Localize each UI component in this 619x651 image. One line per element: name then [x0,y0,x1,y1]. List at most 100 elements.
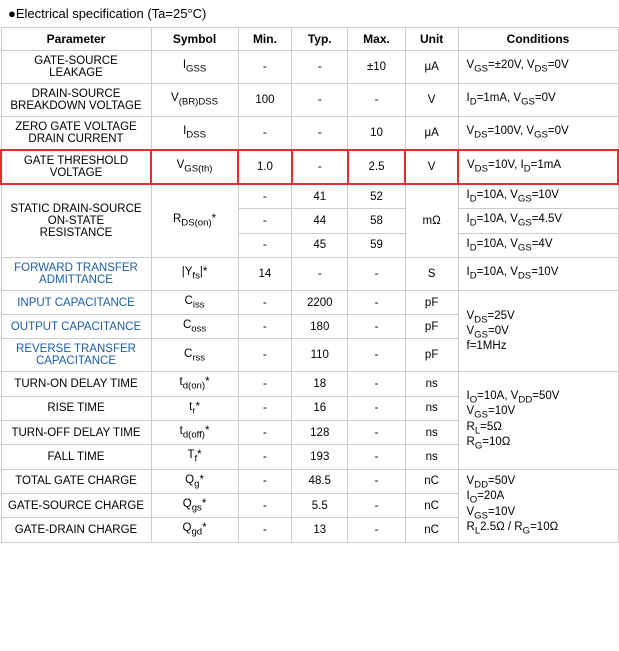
param-cell: FORWARD TRANSFERADMITTANCE [1,257,151,290]
unit-cell: pF [405,339,458,372]
conditions-cell: ID=10A, VDS=10V [458,257,618,290]
max-cell: - [348,339,406,372]
table-row: TURN-ON DELAY TIME td(on)* - 18 - ns IO=… [1,372,618,396]
param-cell: TURN-ON DELAY TIME [1,372,151,396]
min-cell: - [238,209,292,233]
col-unit: Unit [405,28,458,51]
conditions-cell: ID=10A, VGS=10V [458,184,618,209]
table-row: STATIC DRAIN-SOURCEON-STATERESISTANCE RD… [1,184,618,209]
typ-cell: 44 [292,209,348,233]
max-cell: - [348,290,406,314]
param-cell: GATE-DRAIN CHARGE [1,518,151,542]
unit-cell: pF [405,290,458,314]
typ-cell: 45 [292,233,348,257]
param-cell: TOTAL GATE CHARGE [1,469,151,493]
param-cell: REVERSE TRANSFERCAPACITANCE [1,339,151,372]
unit-cell: ns [405,421,458,445]
unit-cell: ns [405,445,458,469]
conditions-cell: ID=10A, VGS=4.5V [458,209,618,233]
unit-cell: ns [405,372,458,396]
max-cell: - [348,315,406,339]
max-cell: - [348,493,406,517]
param-cell: ZERO GATE VOLTAGEDRAIN CURRENT [1,117,151,151]
typ-cell: 18 [292,372,348,396]
typ-cell: 180 [292,315,348,339]
typ-cell: 110 [292,339,348,372]
typ-cell: - [292,117,348,151]
table-row: GATE-SOURCE LEAKAGE IGSS - - ±10 μA VGS=… [1,51,618,84]
conditions-cell-charge: VDD=50VIO=20AVGS=10VRL2.5Ω / RG=10Ω [458,469,618,542]
table-row: DRAIN-SOURCEBREAKDOWN VOLTAGE V(BR)DSS 1… [1,84,618,117]
min-cell: - [238,493,292,517]
min-cell: 1.0 [238,150,292,184]
symbol-cell: VGS(th) [151,150,238,184]
symbol-cell: Qgd* [151,518,238,542]
max-cell: - [348,421,406,445]
symbol-cell: td(on)* [151,372,238,396]
max-cell: - [348,396,406,420]
param-cell: GATE THRESHOLD VOLTAGE [1,150,151,184]
max-cell: - [348,445,406,469]
typ-cell: - [292,150,348,184]
table-row-highlight: GATE THRESHOLD VOLTAGE VGS(th) 1.0 - 2.5… [1,150,618,184]
symbol-cell: RDS(on)* [151,184,238,257]
max-cell: 58 [348,209,406,233]
unit-cell: V [405,84,458,117]
min-cell: - [238,117,292,151]
unit-cell: mΩ [405,184,458,257]
min-cell: - [238,421,292,445]
symbol-cell: IDSS [151,117,238,151]
min-cell: - [238,372,292,396]
typ-cell: 48.5 [292,469,348,493]
max-cell: 59 [348,233,406,257]
table-row: ZERO GATE VOLTAGEDRAIN CURRENT IDSS - - … [1,117,618,151]
typ-cell: 13 [292,518,348,542]
symbol-cell: V(BR)DSS [151,84,238,117]
min-cell: 100 [238,84,292,117]
conditions-cell: ID=1mA, VGS=0V [458,84,618,117]
typ-cell: - [292,51,348,84]
unit-cell: nC [405,469,458,493]
conditions-cell: ID=10A, VGS=4V [458,233,618,257]
table-row: TOTAL GATE CHARGE Qg* - 48.5 - nC VDD=50… [1,469,618,493]
col-parameter: Parameter [1,28,151,51]
symbol-cell: Crss [151,339,238,372]
unit-cell: V [405,150,458,184]
unit-cell: μA [405,51,458,84]
min-cell: - [238,396,292,420]
symbol-cell: Tf* [151,445,238,469]
param-cell: GATE-SOURCE CHARGE [1,493,151,517]
symbol-cell: Qg* [151,469,238,493]
param-cell: DRAIN-SOURCEBREAKDOWN VOLTAGE [1,84,151,117]
min-cell: - [238,469,292,493]
param-cell: TURN-OFF DELAY TIME [1,421,151,445]
min-cell: - [238,518,292,542]
unit-cell: nC [405,518,458,542]
typ-cell: 16 [292,396,348,420]
conditions-cell: VGS=±20V, VDS=0V [458,51,618,84]
symbol-cell: IGSS [151,51,238,84]
symbol-cell: Qgs* [151,493,238,517]
table-row: FORWARD TRANSFERADMITTANCE |Yfs|* 14 - -… [1,257,618,290]
unit-cell: pF [405,315,458,339]
max-cell: 10 [348,117,406,151]
param-cell: GATE-SOURCE LEAKAGE [1,51,151,84]
unit-cell: μA [405,117,458,151]
col-min: Min. [238,28,292,51]
unit-cell: nC [405,493,458,517]
col-symbol: Symbol [151,28,238,51]
param-cell: OUTPUT CAPACITANCE [1,315,151,339]
symbol-cell: Coss [151,315,238,339]
min-cell: - [238,445,292,469]
typ-cell: 5.5 [292,493,348,517]
param-cell: RISE TIME [1,396,151,420]
max-cell: 52 [348,184,406,209]
col-conditions: Conditions [458,28,618,51]
col-typ: Typ. [292,28,348,51]
param-cell: STATIC DRAIN-SOURCEON-STATERESISTANCE [1,184,151,257]
typ-cell: 2200 [292,290,348,314]
max-cell: - [348,372,406,396]
min-cell: - [238,290,292,314]
min-cell: - [238,51,292,84]
header-title: ●Electrical specification (Ta=25°C) [0,0,619,27]
